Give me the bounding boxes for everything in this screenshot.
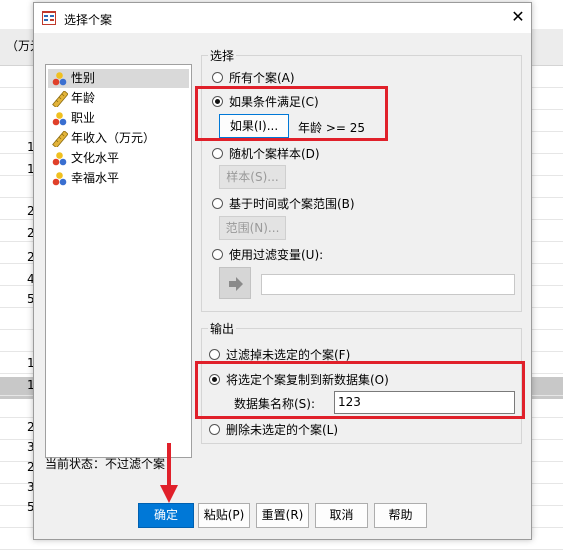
select-cases-dialog: 选择个案 ✕ 性别 年龄 职业 年收入（万元） 文化水平 幸福水平 选择 所有个案(A) … [33, 2, 532, 540]
filter-variable-field[interactable] [261, 274, 515, 295]
radio-if-condition[interactable] [212, 96, 223, 107]
variable-label: 性别 [71, 71, 96, 85]
radio-all-cases[interactable] [212, 72, 223, 83]
radio-filter-out[interactable] [209, 349, 220, 360]
dataset-name-input[interactable]: 123 [334, 391, 515, 414]
variable-list[interactable]: 性别年龄职业年收入（万元） 文化水平幸福水平 [45, 64, 192, 458]
variable-item[interactable]: 性别 [48, 69, 189, 88]
nominal-measure-icon [52, 71, 68, 87]
scale-measure-icon [52, 130, 69, 149]
arrow-right-icon [229, 277, 243, 291]
variable-item[interactable]: 职业 [48, 109, 189, 128]
scale-measure-icon [52, 90, 69, 109]
dataset-name-label: 数据集名称(S): [234, 397, 316, 411]
condition-text: 年龄 >= 25 [298, 121, 366, 135]
select-group-title: 选择 [208, 47, 237, 64]
move-variable-button[interactable] [219, 267, 251, 299]
variable-item[interactable]: 年收入（万元） [48, 129, 189, 149]
range-button[interactable]: 范围(N)... [219, 216, 286, 240]
paste-button[interactable]: 粘贴(P) [198, 503, 250, 528]
variable-item[interactable]: 幸福水平 [48, 169, 189, 188]
annotation-arrow-down-icon [160, 443, 178, 503]
radio-filter-variable-label: 使用过滤变量(U): [229, 248, 324, 262]
nominal-measure-icon [52, 151, 68, 167]
variable-label: 年收入（万元） [71, 131, 156, 145]
radio-copy-new-dataset[interactable] [209, 374, 220, 385]
nominal-measure-icon [52, 111, 68, 127]
radio-all-cases-label: 所有个案(A) [229, 71, 295, 85]
radio-random-sample-label: 随机个案样本(D) [229, 147, 320, 161]
variable-label: 职业 [71, 111, 96, 125]
variable-label: 年龄 [71, 91, 96, 105]
variable-label: 幸福水平 [71, 171, 120, 185]
radio-time-range-label: 基于时间或个案范围(B) [229, 197, 355, 211]
title-bar[interactable]: 选择个案 ✕ [34, 3, 531, 33]
output-group-title: 输出 [208, 320, 237, 337]
current-status: 当前状态：不过滤个案 [45, 457, 166, 471]
if-button[interactable]: 如果(I)... [219, 114, 289, 138]
radio-random-sample[interactable] [212, 148, 223, 159]
select-cases-icon [42, 11, 56, 25]
variable-label: 文化水平 [71, 151, 120, 165]
nominal-measure-icon [52, 171, 68, 187]
close-icon[interactable]: ✕ [509, 8, 527, 26]
reset-button[interactable]: 重置(R) [256, 503, 309, 528]
ok-button[interactable]: 确定 [138, 503, 194, 528]
variable-item[interactable]: 文化水平 [48, 149, 189, 168]
dialog-title: 选择个案 [64, 13, 113, 27]
cancel-button[interactable]: 取消 [315, 503, 368, 528]
radio-delete-unselected-label: 删除未选定的个案(L) [226, 423, 339, 437]
radio-if-condition-label: 如果条件满足(C) [229, 95, 319, 109]
radio-delete-unselected[interactable] [209, 424, 220, 435]
radio-time-range[interactable] [212, 198, 223, 209]
help-button[interactable]: 帮助 [374, 503, 427, 528]
radio-copy-new-dataset-label: 将选定个案复制到新数据集(O) [226, 373, 389, 387]
variable-item[interactable]: 年龄 [48, 89, 189, 109]
sample-button[interactable]: 样本(S)... [219, 165, 286, 189]
radio-filter-variable[interactable] [212, 249, 223, 260]
